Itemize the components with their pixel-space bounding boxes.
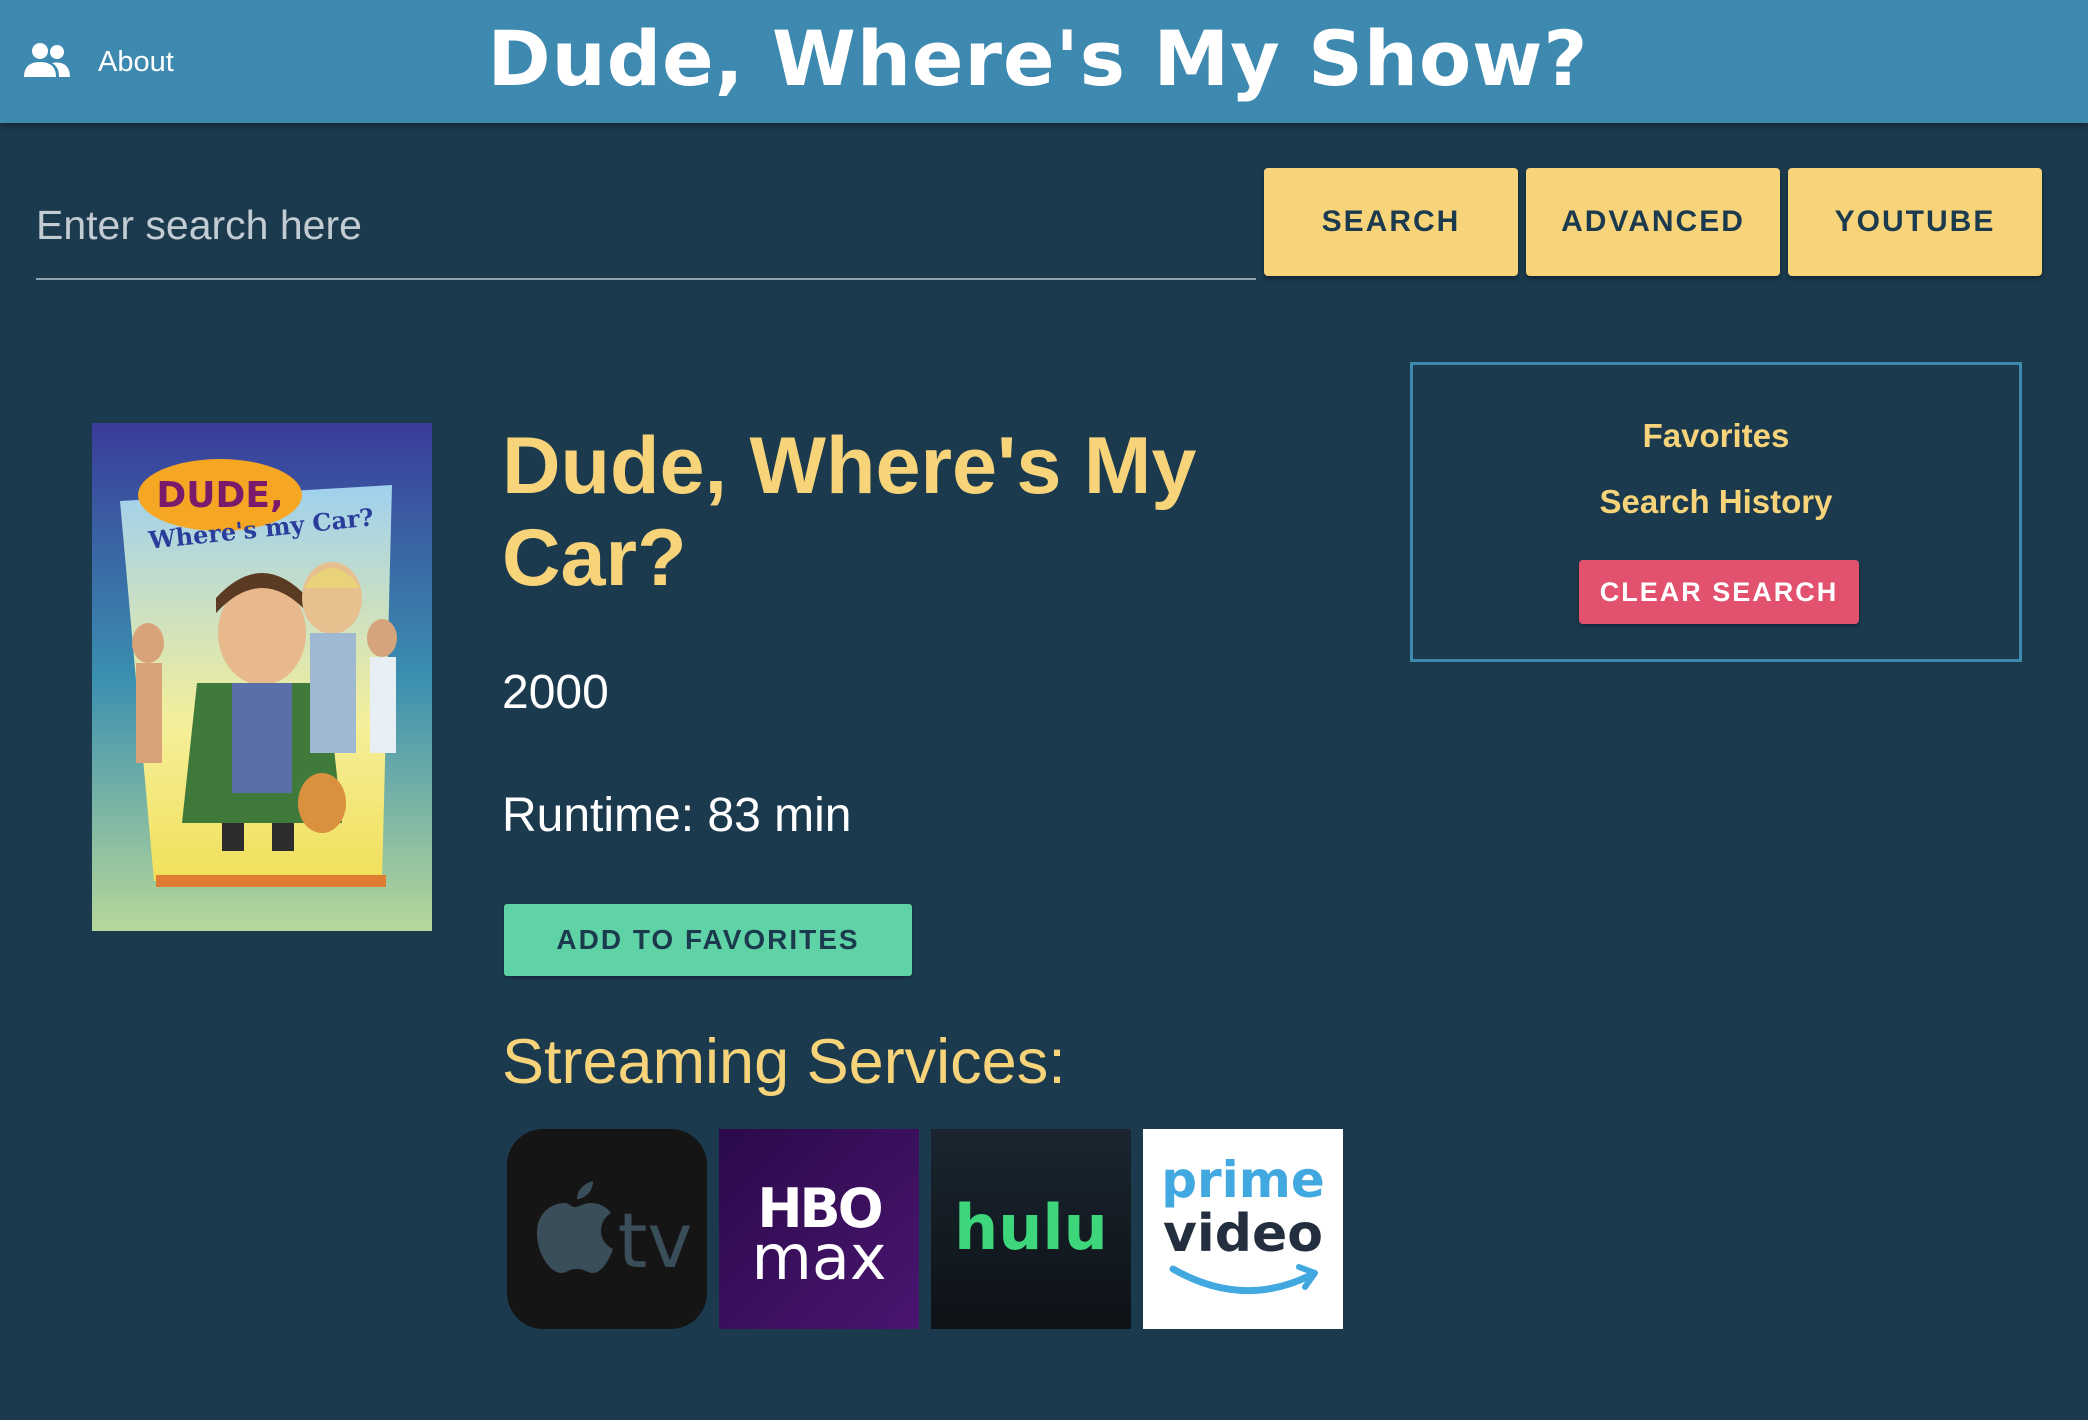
add-to-favorites-button[interactable]: ADD TO FAVORITES [504, 904, 912, 976]
apple-tv-logo[interactable]: tv [507, 1129, 707, 1329]
sidebar-panel: Favorites Search History CLEAR SEARCH [1410, 362, 2022, 662]
favorites-link[interactable]: Favorites [1413, 417, 2019, 455]
video-text: video [1163, 1204, 1323, 1264]
prime-video-logo[interactable]: prime video [1143, 1129, 1343, 1329]
poster-title-line1: DUDE, [156, 475, 283, 516]
apple-tv-text: tv [618, 1196, 693, 1285]
movie-title: Dude, Where's My Car? [502, 421, 1197, 603]
hbo-max-logo[interactable]: HBO max [719, 1129, 919, 1329]
search-field [36, 190, 1256, 280]
movie-poster: DUDE, Where's my Car? [92, 423, 432, 931]
max-text: max [751, 1221, 886, 1294]
hulu-text: hulu [954, 1191, 1108, 1264]
search-history-link[interactable]: Search History [1413, 483, 2019, 521]
youtube-button[interactable]: YOUTUBE [1788, 168, 2042, 276]
hulu-logo[interactable]: hulu [931, 1129, 1131, 1329]
prime-text: prime [1161, 1151, 1325, 1209]
top-bar: About Dude, Where's My Show? [0, 0, 2088, 123]
advanced-button[interactable]: ADVANCED [1526, 168, 1780, 276]
app-title: Dude, Where's My Show? [487, 14, 1589, 103]
clear-search-button[interactable]: CLEAR SEARCH [1579, 560, 1859, 624]
movie-year: 2000 [502, 666, 609, 719]
movie-runtime: Runtime: 83 min [502, 789, 852, 842]
streaming-services-heading: Streaming Services: [502, 1027, 1066, 1097]
search-button[interactable]: SEARCH [1264, 168, 1518, 276]
search-input[interactable] [36, 190, 1256, 260]
